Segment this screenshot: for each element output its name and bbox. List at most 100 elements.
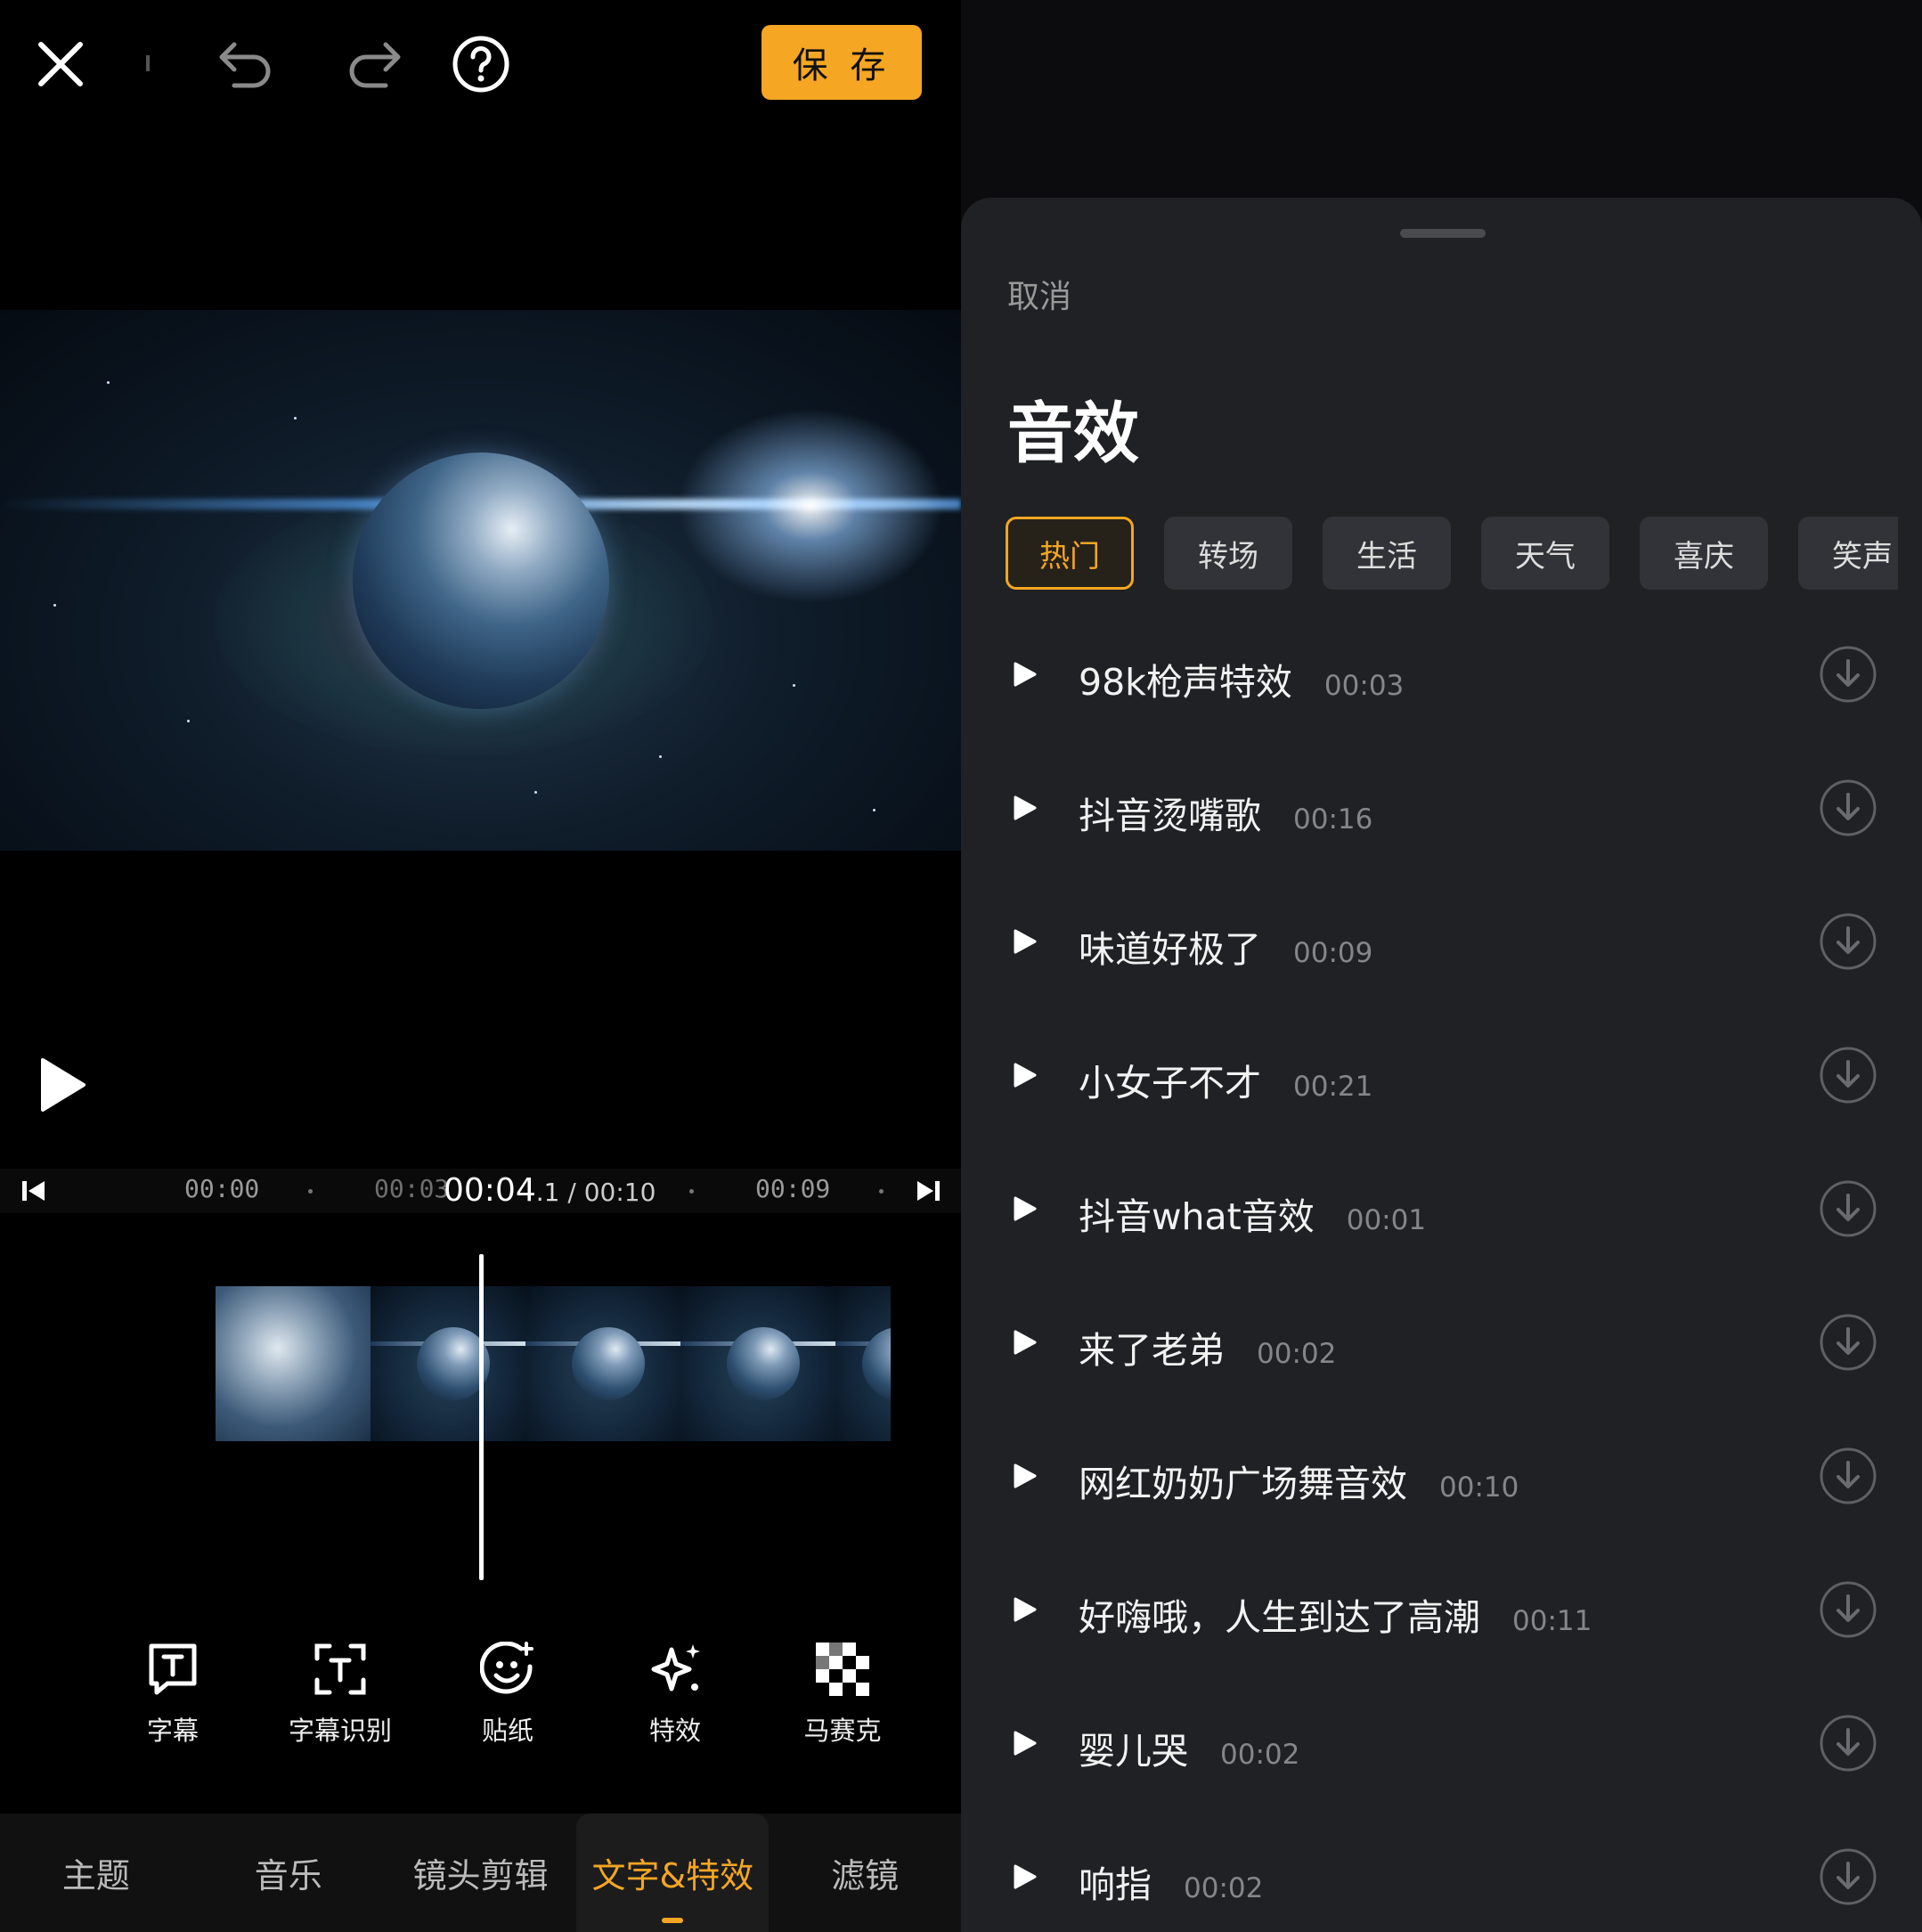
download-icon[interactable] (1819, 912, 1877, 971)
play-button[interactable] (37, 1056, 87, 1113)
sound-name-line: 网红奶奶广场舞音效 00:10 (1079, 1454, 1519, 1507)
timeline-ruler[interactable]: 00:00 00:03 00:04.1 / 00:10 00:09 (0, 1169, 961, 1213)
bottom-nav: 主题 音乐 镜头剪辑 文字&特效 滤镜 (0, 1814, 961, 1932)
close-button[interactable] (25, 29, 96, 100)
sound-row[interactable]: 味道好极了 00:09 (961, 875, 1922, 1008)
subtitle-icon (149, 1643, 197, 1695)
download-icon[interactable] (1819, 779, 1877, 837)
sound-row[interactable]: 抖音烫嘴歌 00:16 (961, 741, 1922, 875)
download-icon[interactable] (1819, 1714, 1877, 1773)
download-icon[interactable] (1819, 1580, 1877, 1639)
sound-name: 抖音what音效 (1079, 1195, 1315, 1238)
download-icon[interactable] (1819, 1046, 1877, 1105)
sound-row[interactable]: 网红奶奶广场舞音效 00:10 (961, 1409, 1922, 1543)
help-icon (452, 36, 509, 93)
save-button[interactable]: 保 存 (761, 25, 922, 100)
download-icon[interactable] (1819, 1447, 1877, 1505)
playhead-time: 00:04.1 / 00:10 (444, 1172, 656, 1209)
sound-row[interactable]: 小女子不才 00:21 (961, 1008, 1922, 1142)
play-icon[interactable] (1011, 661, 1038, 688)
sheet-drag-handle[interactable] (1400, 229, 1486, 238)
clip-thumbnail (835, 1286, 891, 1441)
sound-name-line: 味道好极了 00:09 (1079, 919, 1372, 973)
download-icon[interactable] (1819, 1847, 1877, 1906)
sound-row[interactable]: 抖音what音效 00:01 (961, 1142, 1922, 1276)
sound-name: 来了老弟 (1079, 1329, 1225, 1372)
undo-icon (219, 42, 271, 88)
play-icon[interactable] (1011, 1463, 1038, 1489)
help-button[interactable] (445, 29, 517, 100)
category-chips: 热门 转场 生活 天气 喜庆 笑声 (1006, 517, 1898, 593)
video-preview[interactable] (0, 310, 961, 851)
category-chip-transition[interactable]: 转场 (1164, 517, 1292, 590)
sound-name-line: 小女子不才 00:21 (1079, 1053, 1372, 1106)
play-icon[interactable] (1011, 795, 1038, 821)
sound-row[interactable]: 响指 00:02 (961, 1810, 1922, 1932)
redo-icon (349, 42, 401, 88)
nav-tab-clip-edit[interactable]: 镜头剪辑 (385, 1814, 577, 1932)
effects-sparkle-icon (651, 1644, 700, 1692)
download-icon[interactable] (1819, 645, 1877, 704)
sound-name: 网红奶奶广场舞音效 (1079, 1463, 1407, 1505)
cancel-button[interactable]: 取消 (1007, 271, 1071, 317)
download-icon[interactable] (1819, 1179, 1877, 1238)
play-icon[interactable] (1011, 1730, 1038, 1757)
play-icon[interactable] (1011, 1596, 1038, 1623)
tool-subtitle-recognition[interactable]: 字幕识别 (257, 1641, 424, 1757)
redo-button[interactable] (338, 29, 410, 100)
timeline-tick: 00:09 (755, 1174, 831, 1203)
clip-thumbnail (525, 1286, 680, 1441)
sound-name: 好嗨哦，人生到达了高潮 (1079, 1596, 1480, 1639)
category-chip-festive[interactable]: 喜庆 (1640, 517, 1768, 590)
nav-tab-theme[interactable]: 主题 (0, 1814, 192, 1932)
sound-duration: 00:09 (1293, 937, 1373, 969)
category-chip-laughter[interactable]: 笑声 (1798, 517, 1898, 590)
category-chip-hot[interactable]: 热门 (1006, 517, 1134, 590)
timeline-playhead[interactable] (479, 1254, 484, 1580)
sound-name: 小女子不才 (1079, 1062, 1261, 1105)
sound-row[interactable]: 婴儿哭 00:02 (961, 1676, 1922, 1810)
sound-name-line: 抖音what音效 00:01 (1079, 1186, 1426, 1240)
sound-name: 味道好极了 (1079, 928, 1261, 971)
category-chip-life[interactable]: 生活 (1323, 517, 1451, 590)
play-icon (41, 1058, 86, 1112)
sticker-icon (480, 1642, 533, 1694)
sound-row[interactable]: 98k枪声特效 00:03 (961, 607, 1922, 741)
sound-row[interactable]: 好嗨哦，人生到达了高潮 00:11 (961, 1543, 1922, 1676)
nav-tab-filter[interactable]: 滤镜 (769, 1814, 961, 1932)
play-icon[interactable] (1011, 1329, 1038, 1356)
nav-tab-text-effects[interactable]: 文字&特效 (576, 1814, 770, 1932)
sound-duration: 00:02 (1184, 1872, 1264, 1904)
skip-to-end-button[interactable] (910, 1178, 946, 1204)
undo-button[interactable] (210, 29, 281, 100)
sound-name: 响指 (1079, 1863, 1152, 1906)
play-icon[interactable] (1011, 1195, 1038, 1222)
current-time-tenth: .1 (535, 1178, 560, 1207)
nav-tab-music[interactable]: 音乐 (192, 1814, 385, 1932)
play-icon[interactable] (1011, 1863, 1038, 1890)
tool-label: 特效 (648, 1716, 701, 1746)
total-duration: / 00:10 (559, 1178, 656, 1207)
timeline-tick: 00:03 (374, 1174, 450, 1203)
sound-name-line: 好嗨哦，人生到达了高潮 00:11 (1079, 1587, 1592, 1641)
tool-subtitle[interactable]: 字幕 (89, 1641, 257, 1757)
video-editor: 保 存 00:00 00:03 00:04.1 / 00:10 00:09 字幕… (0, 0, 961, 1932)
sound-row[interactable]: 来了老弟 00:02 (961, 1276, 1922, 1409)
video-clip-filmstrip[interactable] (216, 1286, 891, 1441)
sound-duration: 00:11 (1512, 1605, 1592, 1637)
skip-to-start-button[interactable] (16, 1178, 52, 1204)
tool-effects[interactable]: 特效 (591, 1641, 759, 1757)
tool-label: 贴纸 (481, 1716, 533, 1746)
sound-name-line: 来了老弟 00:02 (1079, 1320, 1336, 1374)
nav-tab-label: 文字&特效 (591, 1856, 754, 1895)
sound-name: 抖音烫嘴歌 (1079, 795, 1261, 837)
play-icon[interactable] (1011, 928, 1038, 955)
tool-sticker[interactable]: 贴纸 (424, 1641, 591, 1757)
timeline-tick: 00:00 (184, 1174, 260, 1203)
sound-effects-list: 98k枪声特效 00:03 抖音烫嘴歌 00:16 味道好极了 00:09 小女… (961, 607, 1922, 1932)
tool-mosaic[interactable]: 马赛克 (759, 1641, 926, 1757)
download-icon[interactable] (1819, 1313, 1877, 1372)
category-chip-weather[interactable]: 天气 (1481, 517, 1609, 590)
play-icon[interactable] (1011, 1062, 1038, 1088)
timeline-dot (689, 1189, 694, 1194)
